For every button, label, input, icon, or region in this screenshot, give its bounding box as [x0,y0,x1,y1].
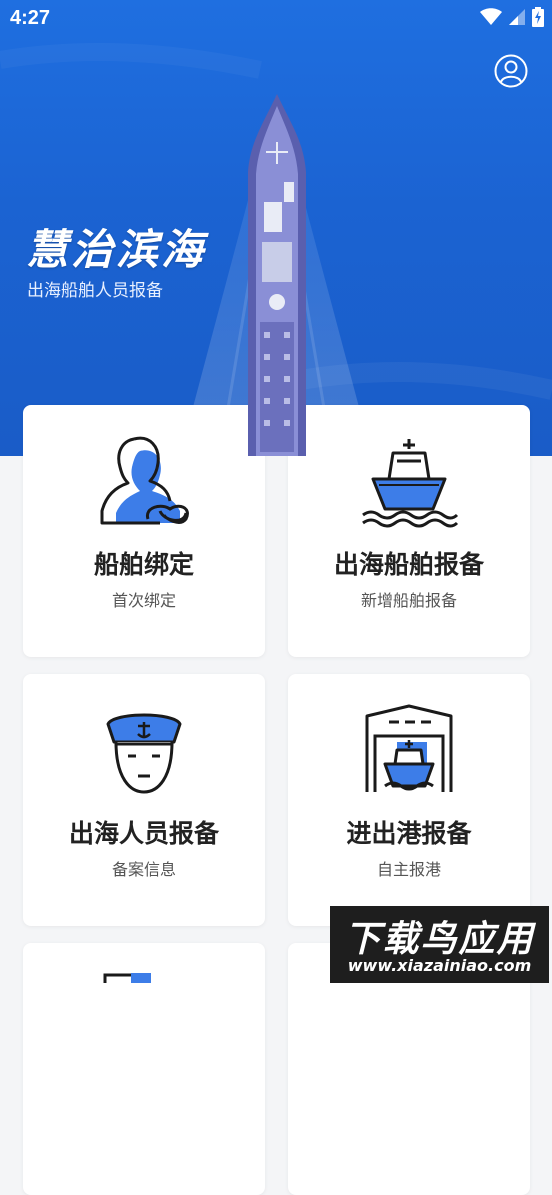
status-bar: 4:27 [0,0,552,38]
hero-banner: 4:27 慧治滨海 出海船舶人员报备 [0,0,552,456]
card-subtitle: 备案信息 [111,860,176,879]
card-subtitle: 自主报港 [376,860,441,879]
sailor-icon [106,713,182,794]
harbor-icon [365,704,453,792]
app-subtitle: 出海船舶人员报备 [27,281,163,301]
battery-charging-icon [532,7,544,27]
card-ship-report[interactable]: 出海船舶报备 新增船舶报备 [288,405,530,657]
wifi-icon [480,8,502,25]
card-title: 出海人员报备 [68,819,219,848]
card-subtitle: 新增船舶报备 [360,591,457,610]
user-profile-icon[interactable] [494,54,528,88]
card-subtitle: 首次绑定 [111,591,176,610]
card-title: 船舶绑定 [93,550,194,579]
status-time: 4:27 [10,7,51,29]
watermark: 下载鸟应用 www.xiazainiao.com [330,906,549,983]
app-title: 慧治滨海 [26,225,207,274]
card-port-report[interactable]: 进出港报备 自主报港 [288,674,530,926]
card-partial-left[interactable] [23,943,265,1195]
person-bind-icon [100,436,189,525]
ship-icon [362,439,459,528]
card-title: 进出港报备 [346,819,472,848]
card-ship-bind[interactable]: 船舶绑定 首次绑定 [23,405,265,657]
watermark-main: 下载鸟应用 [344,919,535,960]
status-icons [480,7,544,27]
card-crew-report[interactable]: 出海人员报备 备案信息 [23,674,265,926]
watermark-url: www.xiazainiao.com [347,956,532,975]
document-icon [103,973,151,983]
card-title: 出海船舶报备 [333,550,484,579]
ship-illustration [248,94,306,456]
signal-icon [509,9,525,25]
